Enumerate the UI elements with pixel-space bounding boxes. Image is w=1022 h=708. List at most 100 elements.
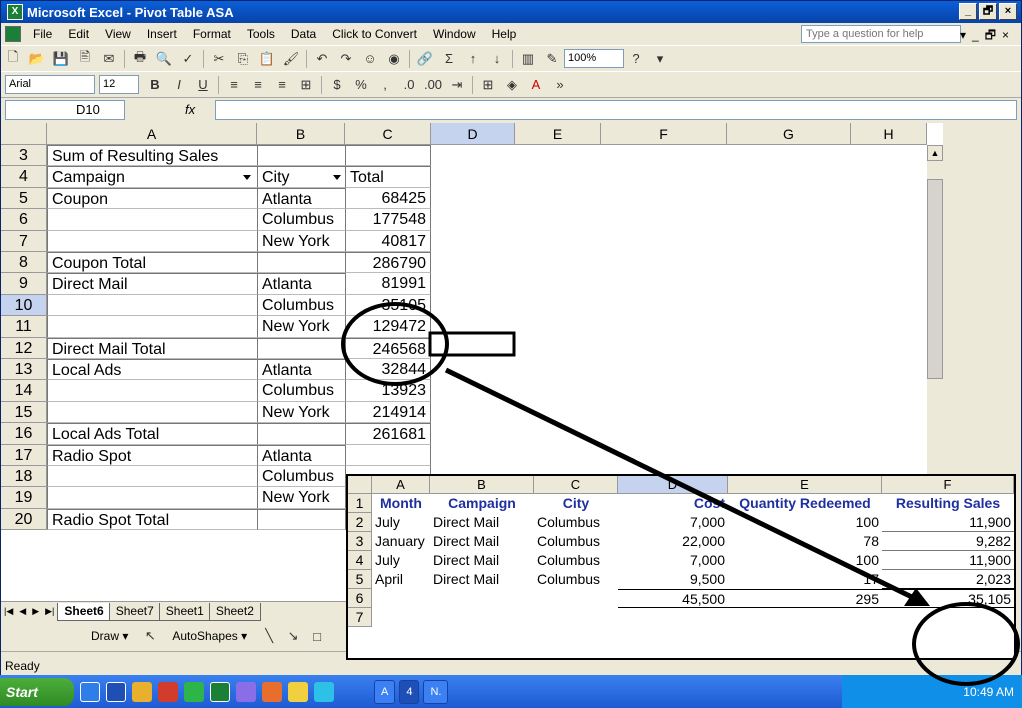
row-header[interactable]: 18 xyxy=(1,466,47,488)
app-icon[interactable] xyxy=(132,681,152,702)
cell-b7[interactable]: New York xyxy=(257,230,345,252)
tab-next-button[interactable]: ▶ xyxy=(29,606,42,617)
row-header[interactable]: 13 xyxy=(1,359,47,381)
autoshapes-menu[interactable]: AutoShapes ▾ xyxy=(172,629,247,643)
excel-icon[interactable] xyxy=(210,681,230,702)
align-center-icon[interactable]: ≡ xyxy=(247,75,269,95)
cell-b13[interactable]: Atlanta xyxy=(257,359,345,381)
select-objects-icon[interactable]: ↖ xyxy=(139,626,161,646)
ie-icon[interactable] xyxy=(80,681,100,702)
toolbar-options-icon[interactable]: ▾ xyxy=(649,49,671,69)
tab-prev-button[interactable]: ◀ xyxy=(16,606,29,617)
cell-c15[interactable]: 214914 xyxy=(345,401,431,424)
sort-descending-icon[interactable]: ↓ xyxy=(486,49,508,69)
cell-a20[interactable]: Radio Spot Total xyxy=(47,508,257,531)
column-header-b[interactable]: B xyxy=(257,123,345,145)
fill-color-icon[interactable]: ◈ xyxy=(501,75,523,95)
undo-icon[interactable]: ↶ xyxy=(311,49,333,69)
column-header-e[interactable]: E xyxy=(515,123,601,145)
menu-view[interactable]: View xyxy=(97,27,139,41)
cell-a5[interactable]: Coupon xyxy=(47,187,257,210)
tab-sheet1[interactable]: Sheet1 xyxy=(158,602,211,621)
menu-tools[interactable]: Tools xyxy=(239,27,283,41)
row-header[interactable]: 9 xyxy=(1,273,47,295)
print-preview-icon[interactable]: 🔍 xyxy=(153,49,175,69)
row-header[interactable]: 14 xyxy=(1,380,47,402)
row-header[interactable]: 6 xyxy=(1,209,47,231)
cell-a9[interactable]: Direct Mail xyxy=(47,273,257,295)
column-header-g[interactable]: G xyxy=(727,123,851,145)
app-icon[interactable] xyxy=(262,681,282,702)
row-header[interactable]: 16 xyxy=(1,423,47,445)
row-header[interactable]: 12 xyxy=(1,337,47,359)
row-header[interactable]: 5 xyxy=(1,187,47,210)
font-select[interactable]: Arial xyxy=(5,75,95,94)
doc-window-controls[interactable]: ▾_🗗× xyxy=(960,26,1015,47)
row-header[interactable]: 11 xyxy=(1,316,47,338)
row-header[interactable]: 10 xyxy=(1,294,47,317)
cell-a14[interactable] xyxy=(47,380,257,402)
save-icon[interactable]: 💾 xyxy=(50,49,72,69)
cell-c11[interactable]: 129472 xyxy=(345,316,431,338)
cell-c12[interactable]: 246568 xyxy=(345,337,431,359)
row-header[interactable]: 8 xyxy=(1,252,47,274)
underline-icon[interactable]: U xyxy=(192,75,214,95)
cell-c10[interactable]: 35105 xyxy=(345,294,431,317)
cell-a15[interactable] xyxy=(47,401,257,424)
cell-b5[interactable]: Atlanta xyxy=(257,187,345,210)
taskbar-access-button[interactable]: A xyxy=(374,679,396,704)
tab-sheet7[interactable]: Sheet7 xyxy=(108,602,161,621)
restore-button[interactable]: 🗗 xyxy=(979,3,997,20)
cell-b14[interactable]: Columbus xyxy=(257,380,345,402)
open-icon[interactable]: 📂 xyxy=(26,49,48,69)
align-left-icon[interactable]: ≡ xyxy=(223,75,245,95)
app-icon[interactable] xyxy=(288,681,308,702)
draw-menu[interactable]: Draw ▾ xyxy=(91,629,128,643)
italic-icon[interactable]: I xyxy=(168,75,190,95)
formula-input[interactable] xyxy=(215,99,1017,120)
cell-c7[interactable]: 40817 xyxy=(345,230,431,252)
research-icon[interactable]: ◉ xyxy=(383,49,405,69)
scroll-up-button[interactable]: ▲ xyxy=(927,145,943,161)
cell-b6[interactable]: Columbus xyxy=(257,209,345,231)
cell-b4[interactable]: City xyxy=(257,166,345,188)
cell-a19[interactable] xyxy=(47,487,257,509)
cell-b11[interactable]: New York xyxy=(257,316,345,338)
toolbar-options-icon[interactable]: » xyxy=(549,75,571,95)
cell-b9[interactable]: Atlanta xyxy=(257,273,345,295)
column-header-f[interactable]: F xyxy=(601,123,727,145)
spelling-icon[interactable]: ✓ xyxy=(177,49,199,69)
cell-b20[interactable] xyxy=(257,508,345,531)
row-header[interactable]: 15 xyxy=(1,401,47,424)
cell-a8[interactable]: Coupon Total xyxy=(47,252,257,274)
cut-icon[interactable]: ✂ xyxy=(208,49,230,69)
currency-icon[interactable]: $ xyxy=(326,75,348,95)
font-size-select[interactable]: 12 xyxy=(99,75,139,94)
scroll-thumb[interactable] xyxy=(927,179,943,379)
cell-a13[interactable]: Local Ads xyxy=(47,359,257,381)
row-header[interactable]: 4 xyxy=(1,166,47,188)
redo-icon[interactable]: ↷ xyxy=(335,49,357,69)
cell-b16[interactable] xyxy=(257,423,345,445)
campaign-filter-dropdown-icon[interactable] xyxy=(243,175,251,181)
comma-icon[interactable]: , xyxy=(374,75,396,95)
cell-b8[interactable] xyxy=(257,252,345,274)
taskbar-excel-button[interactable]: 4 xyxy=(399,679,420,704)
rectangle-icon[interactable]: □ xyxy=(306,626,328,646)
line-icon[interactable]: ╲ xyxy=(258,626,280,646)
cell-b18[interactable]: Columbus xyxy=(257,466,345,488)
taskbar-notepad-button[interactable]: N. xyxy=(423,679,449,704)
cell-b12[interactable] xyxy=(257,337,345,359)
borders-icon[interactable]: ⊞ xyxy=(477,75,499,95)
cell-c14[interactable]: 13923 xyxy=(345,380,431,402)
cell-c6[interactable]: 177548 xyxy=(345,209,431,231)
menu-window[interactable]: Window xyxy=(425,27,484,41)
drawing-icon[interactable]: ✎ xyxy=(541,49,563,69)
cell-c17[interactable] xyxy=(345,444,431,466)
insert-function-icon[interactable]: fx xyxy=(185,102,195,117)
cell-a18[interactable] xyxy=(47,466,257,488)
app-icon[interactable] xyxy=(158,681,178,702)
menu-data[interactable]: Data xyxy=(283,27,324,41)
tab-sheet2[interactable]: Sheet2 xyxy=(208,602,261,621)
align-right-icon[interactable]: ≡ xyxy=(271,75,293,95)
